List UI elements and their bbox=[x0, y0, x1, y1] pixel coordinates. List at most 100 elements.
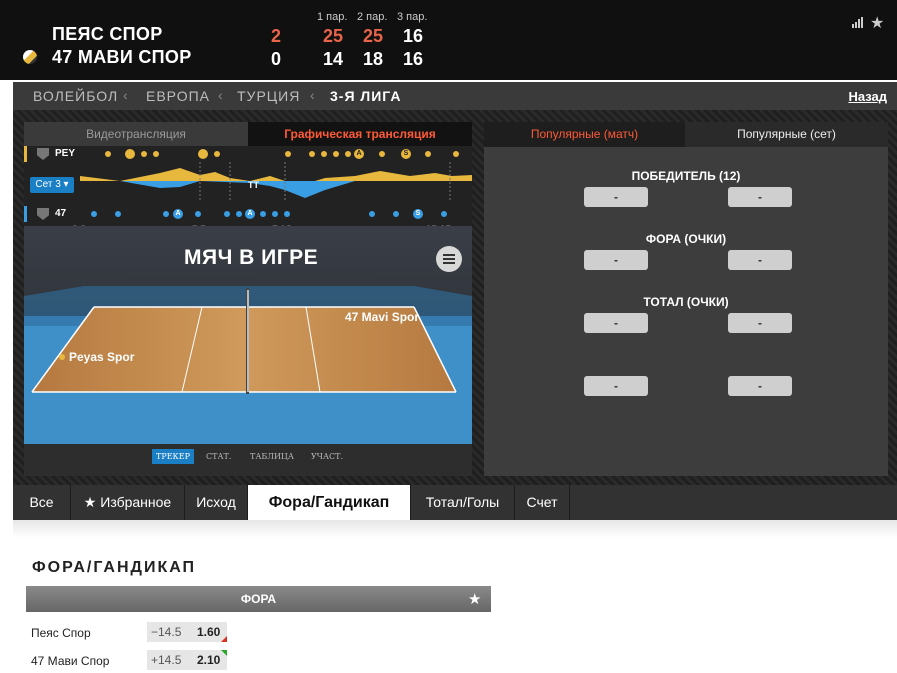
point-dot bbox=[260, 211, 266, 217]
odd-button[interactable]: - bbox=[728, 187, 792, 207]
point-dot bbox=[105, 151, 111, 157]
market-header-bar: ФОРА ★ bbox=[26, 586, 491, 612]
point-dot bbox=[272, 211, 278, 217]
market-header-title: ФОРА bbox=[240, 592, 277, 606]
serve-ball-icon bbox=[23, 50, 37, 64]
ace-marker: A bbox=[245, 209, 255, 219]
team2-code: 47 bbox=[55, 208, 67, 219]
tab-popular-match[interactable]: Популярные (матч) bbox=[484, 122, 685, 147]
team1-set2-score: 25 bbox=[363, 26, 384, 46]
team2-shield-icon bbox=[37, 208, 49, 220]
set3-header: 3 пар. bbox=[397, 11, 428, 23]
page-root: ПЕЯС СПОР 47 МАВИ СПОР 1 пар. 2 пар. 3 п… bbox=[0, 0, 897, 673]
timeline-row-team1: PEY A S bbox=[24, 146, 472, 162]
tracker-tab-table[interactable]: ТАБЛИЦА bbox=[250, 452, 294, 461]
point-dot bbox=[163, 211, 169, 217]
market-tabs: Все ★ Избранное Исход Фора/Гандикап Тота… bbox=[13, 485, 897, 522]
point-dot bbox=[285, 151, 291, 157]
point-timeline: PEY A S Сет 3 ▾ TT 47 A A S bbox=[24, 146, 472, 226]
point-dot bbox=[309, 151, 315, 157]
odd-button[interactable]: - bbox=[584, 376, 648, 396]
court-view: МЯЧ В ИГРЕ 47 Mavi Spor Peyas Spor bbox=[24, 226, 472, 444]
point-dot bbox=[236, 211, 242, 217]
odd-up-icon bbox=[221, 650, 227, 656]
team1-code: PEY bbox=[55, 148, 76, 159]
tracker-tab-stats[interactable]: СТАТ. bbox=[206, 452, 231, 461]
point-dot bbox=[393, 211, 399, 217]
tracker-tab-tracker[interactable]: ТРЕКЕР bbox=[152, 449, 194, 464]
set2-header: 2 пар. bbox=[357, 11, 388, 23]
breadcrumb-item-turkey[interactable]: ТУРЦИЯ bbox=[237, 88, 300, 104]
serve-marker: S bbox=[413, 209, 423, 219]
handicap-value: +14.5 bbox=[151, 653, 182, 667]
team1-shield-icon bbox=[37, 148, 49, 160]
odd-cell[interactable]: −14.5 1.60 bbox=[147, 622, 227, 642]
market-total-title: ТОТАЛ (ОЧКИ) bbox=[643, 295, 729, 309]
breadcrumb-item-league: 3-Я ЛИГА bbox=[330, 88, 402, 104]
team1-sets-score: 2 bbox=[271, 26, 282, 46]
technical-timeout-label: TT bbox=[248, 180, 259, 190]
match-tracker: Видеотрансляция Графическая трансляция P… bbox=[24, 122, 472, 476]
team1-set1-score: 25 bbox=[323, 26, 344, 46]
odd-button[interactable]: - bbox=[584, 313, 648, 333]
tracker-bottom-tabs: ТРЕКЕР СТАТ. ТАБЛИЦА УЧАСТ. bbox=[24, 444, 472, 476]
breadcrumb-item-europe[interactable]: ЕВРОПА bbox=[146, 88, 210, 104]
team1-name: ПЕЯС СПОР bbox=[52, 24, 163, 44]
odd-button[interactable]: - bbox=[728, 376, 792, 396]
odd-cell[interactable]: +14.5 2.10 bbox=[147, 650, 227, 670]
team2-set1-score: 14 bbox=[323, 49, 344, 69]
handicap-value: −14.5 bbox=[151, 625, 182, 639]
breadcrumb-item-volleyball[interactable]: ВОЛЕЙБОЛ bbox=[33, 88, 118, 104]
section-title: ФОРА/ГАНДИКАП bbox=[32, 559, 197, 576]
tracker-tabs: Видеотрансляция Графическая трансляция bbox=[24, 122, 472, 146]
point-dot bbox=[441, 211, 447, 217]
odd-value: 2.10 bbox=[197, 653, 221, 667]
favorite-star-icon[interactable]: ★ bbox=[870, 13, 884, 33]
tracker-tab-participants[interactable]: УЧАСТ. bbox=[311, 452, 343, 461]
tab-totals[interactable]: Тотал/Голы bbox=[411, 485, 515, 520]
market-handicap-title: ФОРА (ОЧКИ) bbox=[645, 232, 727, 246]
set-selector[interactable]: Сет 3 ▾ bbox=[30, 177, 74, 193]
popular-odds-panel: Популярные (матч) Популярные (сет) ПОБЕД… bbox=[484, 122, 888, 476]
tracker-menu-button[interactable] bbox=[436, 246, 462, 272]
chevron-left-icon: ‹ bbox=[310, 87, 315, 103]
tab-video-stream[interactable]: Видеотрансляция bbox=[24, 122, 248, 146]
point-dot bbox=[214, 151, 220, 157]
tab-score[interactable]: Счет bbox=[515, 485, 570, 520]
serve-marker: S bbox=[401, 149, 411, 159]
point-dot bbox=[425, 151, 431, 157]
tab-graphic-stream[interactable]: Графическая трансляция bbox=[248, 122, 472, 146]
ball-status-label: МЯЧ В ИГРЕ bbox=[184, 246, 319, 269]
odd-button[interactable]: - bbox=[584, 187, 648, 207]
tab-all[interactable]: Все bbox=[13, 485, 71, 520]
back-link[interactable]: Назад bbox=[848, 89, 887, 104]
content-divider bbox=[13, 520, 897, 538]
chevron-left-icon: ‹ bbox=[123, 87, 128, 103]
stats-icon[interactable] bbox=[852, 17, 863, 28]
point-dot bbox=[115, 211, 121, 217]
point-dot bbox=[224, 211, 230, 217]
team2-name: 47 МАВИ СПОР bbox=[52, 47, 192, 67]
court-team2-label: 47 Mavi Spor bbox=[345, 310, 420, 324]
court-team1-label: Peyas Spor bbox=[69, 350, 135, 364]
favorite-star-icon[interactable]: ★ bbox=[468, 590, 481, 608]
momentum-chart bbox=[80, 162, 472, 200]
point-dot bbox=[153, 151, 159, 157]
tab-favorites[interactable]: ★ Избранное bbox=[71, 485, 185, 520]
odd-value: 1.60 bbox=[197, 625, 221, 639]
row-team-name: 47 Мави Спор bbox=[31, 654, 110, 668]
tab-handicap[interactable]: Фора/Гандикап bbox=[248, 485, 411, 522]
point-dot bbox=[284, 211, 290, 217]
row-team-name: Пеяс Спор bbox=[31, 626, 91, 640]
point-dot bbox=[91, 211, 97, 217]
star-icon: ★ bbox=[83, 494, 97, 510]
tab-popular-set[interactable]: Популярные (сет) bbox=[685, 122, 888, 147]
breadcrumb: ВОЛЕЙБОЛ ‹ ЕВРОПА ‹ ТУРЦИЯ ‹ 3-Я ЛИГА На… bbox=[13, 82, 897, 110]
market-winner-title: ПОБЕДИТЕЛЬ (12) bbox=[631, 169, 741, 183]
odd-button[interactable]: - bbox=[728, 250, 792, 270]
set-selector-label: Сет 3 bbox=[35, 179, 61, 190]
odd-button[interactable]: - bbox=[728, 313, 792, 333]
odd-button[interactable]: - bbox=[584, 250, 648, 270]
chevron-left-icon: ‹ bbox=[218, 87, 223, 103]
tab-outcome[interactable]: Исход bbox=[185, 485, 248, 520]
